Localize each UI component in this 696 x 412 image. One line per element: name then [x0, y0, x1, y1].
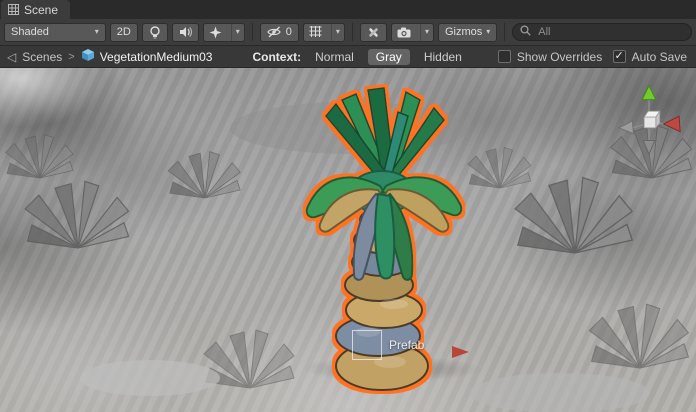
search-input[interactable] [536, 25, 684, 39]
toolbar-separator [504, 23, 505, 41]
prefab-badge: Prefab [389, 338, 424, 352]
unity-scene-window: Scene Shaded ▾ 2D [0, 0, 696, 412]
move-tool-x-axis-arrow[interactable] [452, 346, 469, 358]
search-icon [520, 25, 531, 39]
context-mode-hidden[interactable]: Hidden [416, 49, 470, 65]
scene-viewport[interactable]: Prefab [0, 68, 696, 412]
gizmo-center-cube [644, 117, 656, 128]
auto-save-label: Auto Save [632, 50, 687, 64]
tools-icon [367, 26, 380, 39]
gizmos-dropdown[interactable]: Gizmos ▾ [438, 23, 497, 42]
tab-scene[interactable]: Scene [1, 0, 70, 19]
component-tools-button[interactable] [360, 23, 387, 42]
draw-mode-label: Shaded [11, 26, 49, 38]
scene-orientation-gizmo[interactable] [614, 84, 684, 158]
chevron-down-icon[interactable]: ▾ [420, 24, 433, 41]
gizmos-label: Gizmos [445, 26, 482, 38]
breadcrumb-prefab[interactable]: VegetationMedium03 [81, 48, 213, 65]
scene-effects-dropdown[interactable]: ▾ [203, 23, 245, 42]
draw-mode-dropdown[interactable]: Shaded ▾ [4, 23, 106, 42]
prefab-selection-box[interactable] [352, 330, 382, 360]
toolbar-separator [352, 23, 353, 41]
scene-lighting-button[interactable] [142, 23, 168, 42]
tab-strip: Scene [0, 0, 696, 19]
x-axis-cone [664, 116, 681, 132]
chevron-down-icon: ▾ [95, 28, 99, 36]
scene-search-field[interactable] [512, 23, 692, 41]
context-label: Context: [252, 50, 301, 64]
effects-icon [204, 24, 227, 41]
breadcrumb-scenes[interactable]: Scenes [22, 50, 62, 64]
back-icon[interactable]: ◁ [7, 50, 16, 64]
prefab-context-bar: ◁ Scenes > VegetationMedium03 Context: N… [0, 46, 696, 68]
axis-cone-gray [643, 140, 655, 154]
scene-visibility-button[interactable]: 0 [260, 23, 299, 42]
prefab-cube-icon [81, 48, 95, 65]
lightbulb-icon [149, 26, 161, 39]
breadcrumb-separator: > [68, 51, 74, 63]
show-overrides-toggle[interactable]: Show Overrides [498, 50, 602, 64]
2d-label: 2D [117, 26, 131, 38]
show-overrides-checkbox[interactable] [498, 50, 511, 63]
tab-label: Scene [24, 3, 58, 17]
grid-icon [304, 24, 327, 41]
context-mode-normal[interactable]: Normal [307, 49, 362, 65]
camera-icon [392, 24, 416, 41]
2d-toggle-button[interactable]: 2D [110, 23, 138, 42]
scene-audio-button[interactable] [172, 23, 199, 42]
scene-grid-icon [8, 4, 19, 15]
context-mode-gray[interactable]: Gray [368, 49, 410, 65]
y-axis-cone [642, 86, 656, 100]
toolbar-separator [252, 23, 253, 41]
auto-save-checkbox[interactable]: ✓ [613, 50, 626, 63]
chevron-down-icon[interactable]: ▾ [231, 24, 244, 41]
axis-cone-gray [619, 121, 634, 134]
show-overrides-label: Show Overrides [517, 50, 602, 64]
prefab-name-label: VegetationMedium03 [100, 50, 213, 64]
chevron-down-icon[interactable]: ▾ [331, 24, 344, 41]
chevron-down-icon: ▾ [486, 28, 490, 36]
scene-toolbar: Shaded ▾ 2D [0, 19, 696, 46]
grid-visibility-dropdown[interactable]: ▾ [303, 23, 345, 42]
prefab-tag: Prefab [352, 330, 424, 360]
auto-save-toggle[interactable]: ✓ Auto Save [613, 50, 687, 64]
hidden-count: 0 [286, 26, 292, 38]
speaker-icon [179, 26, 192, 38]
eye-hidden-icon [267, 26, 282, 38]
camera-settings-dropdown[interactable]: ▾ [391, 23, 434, 42]
